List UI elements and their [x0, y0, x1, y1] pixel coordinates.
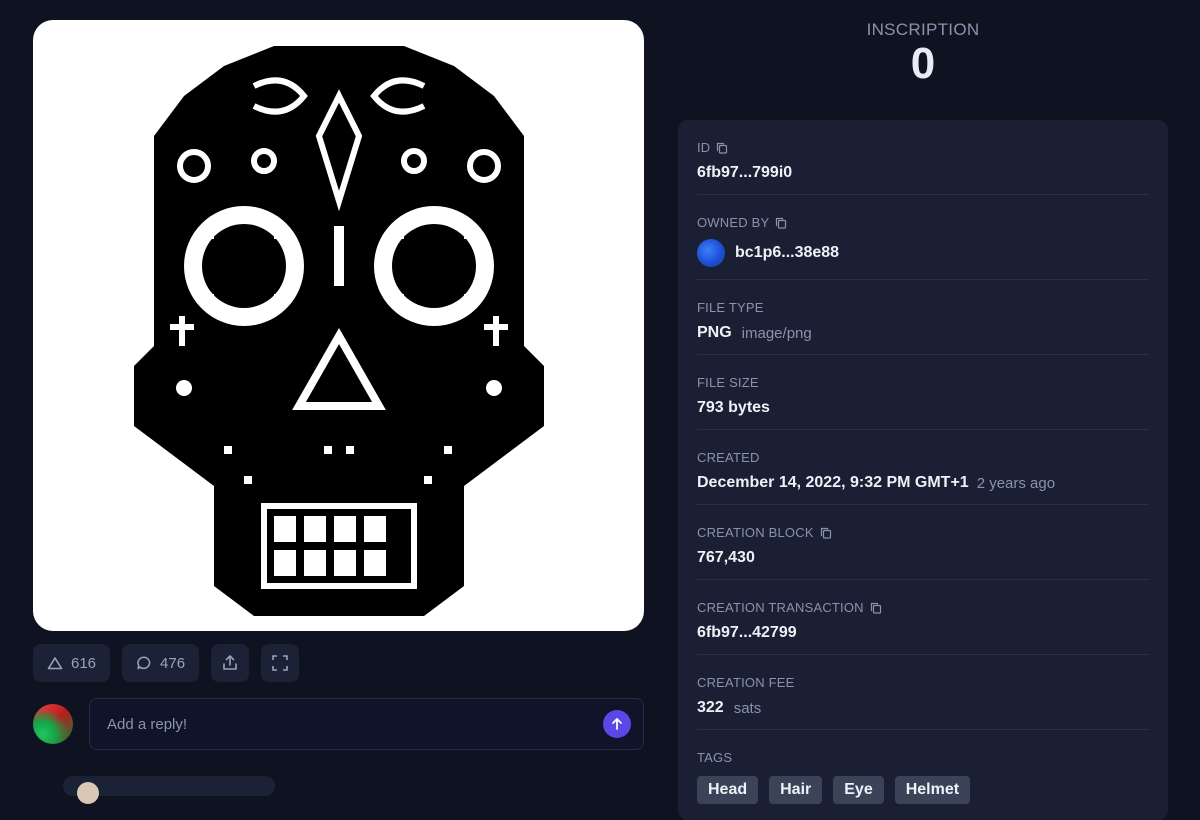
triangle-up-icon	[47, 657, 63, 670]
tag-eye[interactable]: Eye	[833, 776, 884, 804]
creation-tx-value[interactable]: 6fb97...42799	[697, 624, 1149, 642]
detail-owned-by: OWNED BY bc1p6...38e88	[697, 195, 1149, 280]
share-upload-icon	[223, 655, 237, 670]
mime-type: image/png	[741, 324, 812, 342]
detail-file-type: FILE TYPE PNG image/png	[697, 280, 1149, 355]
reply-row	[33, 698, 644, 750]
fullscreen-button[interactable]	[261, 644, 300, 682]
owner-avatar	[697, 239, 725, 267]
fullscreen-icon	[272, 655, 288, 671]
tag-head[interactable]: Head	[697, 776, 759, 804]
copy-icon[interactable]	[820, 527, 832, 539]
file-size-label: FILE SIZE	[697, 375, 759, 390]
comment-preview[interactable]	[63, 776, 275, 804]
owner-address-link[interactable]: bc1p6...38e88	[735, 244, 839, 262]
detail-created: CREATED December 14, 2022, 9:32 PM GMT+1…	[697, 430, 1149, 505]
share-button[interactable]	[211, 644, 250, 682]
media-column: 616 476	[33, 20, 644, 750]
action-bar: 616 476	[33, 644, 644, 682]
tag-list: Head Hair Eye Helmet	[697, 776, 1149, 804]
comment-bubble-icon	[137, 656, 151, 670]
creation-fee-value: 322	[697, 699, 724, 716]
reply-input[interactable]	[105, 714, 603, 734]
detail-creation-fee: CREATION FEE 322 sats	[697, 655, 1149, 730]
detail-tags: TAGS Head Hair Eye Helmet	[697, 730, 1149, 816]
copy-icon[interactable]	[716, 142, 728, 154]
copy-icon[interactable]	[870, 602, 882, 614]
tags-label: TAGS	[697, 750, 733, 765]
details-card: ID 6fb97...799i0 OWNED BY bc1p6...38e88	[678, 120, 1168, 820]
detail-creation-block: CREATION BLOCK 767,430	[697, 505, 1149, 580]
inscription-number: 0	[910, 39, 936, 88]
creation-block-label: CREATION BLOCK	[697, 525, 814, 540]
upvote-count: 616	[71, 654, 97, 672]
comments-button[interactable]: 476	[122, 644, 200, 682]
detail-id: ID 6fb97...799i0	[697, 120, 1149, 195]
upvote-button[interactable]: 616	[33, 644, 111, 682]
reply-box	[89, 698, 644, 750]
tag-helmet[interactable]: Helmet	[894, 776, 971, 804]
creation-fee-label: CREATION FEE	[697, 675, 795, 690]
created-relative: 2 years ago	[976, 474, 1056, 492]
inscription-label: INSCRIPTION	[866, 20, 980, 39]
id-value: 6fb97...799i0	[697, 164, 793, 181]
file-type-label: FILE TYPE	[697, 300, 764, 315]
sugar-skull-artwork	[133, 45, 544, 616]
created-label: CREATED	[697, 450, 760, 465]
avatar	[33, 704, 73, 744]
file-type-value: PNG	[697, 324, 732, 341]
creation-tx-label: CREATION TRANSACTION	[697, 600, 864, 615]
file-size-value: 793 bytes	[697, 399, 770, 416]
commenter-avatar	[77, 782, 99, 804]
arrow-up-icon	[612, 718, 622, 730]
id-label: ID	[697, 140, 711, 155]
send-reply-button[interactable]	[603, 710, 631, 738]
owned-by-label: OWNED BY	[697, 215, 770, 230]
details-column: INSCRIPTION 0 ID 6fb97...799i0 OWNED BY	[678, 0, 1168, 820]
creation-block-value[interactable]: 767,430	[697, 549, 1149, 567]
inscription-image[interactable]	[33, 20, 644, 631]
detail-file-size: FILE SIZE 793 bytes	[697, 355, 1149, 430]
fee-unit: sats	[733, 699, 762, 717]
inscription-header: INSCRIPTION 0	[678, 0, 1168, 86]
tag-hair[interactable]: Hair	[769, 776, 823, 804]
detail-creation-transaction: CREATION TRANSACTION 6fb97...42799	[697, 580, 1149, 655]
copy-icon[interactable]	[775, 217, 787, 229]
comment-count: 476	[160, 654, 186, 672]
created-value: December 14, 2022, 9:32 PM GMT+1	[697, 474, 969, 491]
